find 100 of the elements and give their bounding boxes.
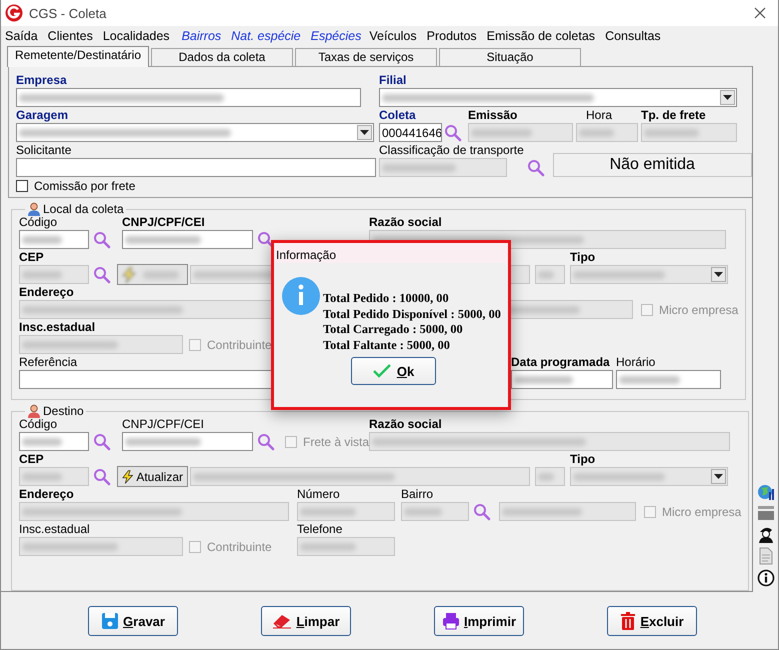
dropdown-arrow-icon[interactable] — [714, 272, 723, 278]
text-field[interactable] — [19, 335, 183, 354]
dropdown-field[interactable] — [379, 88, 737, 107]
checkbox-label: Comissão por frete — [34, 178, 136, 192]
field-label: Solicitante — [16, 144, 72, 158]
text-field[interactable] — [19, 537, 183, 556]
field-label: Referência — [19, 356, 78, 370]
tab[interactable]: Taxas de serviços — [295, 48, 437, 66]
app-logo-icon — [5, 4, 23, 22]
field-label: CNPJ/CPF/CEI — [122, 216, 206, 230]
checkbox[interactable] — [16, 180, 28, 192]
message-line: Total Faltante : 5000, 00 — [323, 338, 451, 353]
info-icon[interactable] — [756, 569, 775, 587]
text-field[interactable] — [297, 537, 395, 556]
field-label: Emissão — [468, 109, 518, 123]
text-field[interactable] — [297, 502, 395, 521]
shortcut-link[interactable]: Nat. espécie — [231, 29, 301, 43]
dropdown-arrow-icon[interactable] — [360, 130, 369, 136]
update-button[interactable]: Atualizar — [117, 466, 188, 487]
tab[interactable]: Situação — [439, 48, 581, 66]
field-label: Insc.estadual — [19, 321, 96, 335]
text-field[interactable] — [616, 370, 721, 389]
field-label: Garagem — [16, 109, 70, 123]
delete-button[interactable]: Excluir — [607, 606, 697, 636]
save-button[interactable]: Gravar — [88, 606, 178, 636]
text-field[interactable] — [19, 265, 89, 284]
text-field[interactable] — [576, 123, 638, 142]
shortcut-link[interactable]: Espécies — [310, 29, 362, 43]
text-field[interactable] — [535, 265, 565, 284]
text-field[interactable] — [511, 370, 613, 389]
menu-item[interactable]: Consultas — [605, 29, 661, 43]
search-icon[interactable] — [444, 124, 462, 142]
text-field[interactable] — [401, 502, 469, 521]
field-label: Número — [297, 488, 341, 502]
checkbox-label: Frete à vista — [303, 434, 370, 448]
dropdown-field[interactable] — [570, 265, 728, 284]
print-button[interactable]: Imprimir — [434, 606, 524, 636]
field-label: Endereço — [19, 286, 75, 300]
ok-button[interactable]: Ok — [351, 357, 436, 385]
search-icon[interactable] — [526, 159, 545, 177]
printer-icon — [442, 612, 460, 630]
message-line: Total Pedido : 10000, 00 — [323, 291, 450, 306]
field-label: Tipo — [570, 453, 596, 467]
dropdown-arrow-icon[interactable] — [714, 474, 723, 480]
search-icon[interactable] — [93, 433, 111, 451]
dropdown-field[interactable] — [16, 123, 374, 142]
search-icon[interactable] — [93, 468, 111, 486]
menu-item[interactable]: Veículos — [369, 29, 417, 43]
text-field[interactable] — [641, 123, 737, 142]
field-label: Razão social — [369, 418, 443, 432]
text-field[interactable] — [16, 158, 376, 177]
text-field[interactable] — [19, 502, 289, 521]
field-label: Classificação de transporte — [379, 144, 524, 158]
text-field[interactable] — [535, 467, 565, 486]
text-field[interactable] — [122, 432, 253, 451]
text-field[interactable] — [379, 158, 507, 177]
group-title: Destino — [43, 404, 84, 418]
person-icon — [27, 202, 41, 216]
tab[interactable]: Remetente/Destinatário — [7, 46, 149, 67]
search-icon[interactable] — [257, 433, 275, 451]
text-field[interactable] — [19, 467, 89, 486]
field-label: Data programada — [511, 356, 611, 370]
field-label: Empresa — [16, 74, 68, 88]
dropdown-field[interactable] — [570, 467, 728, 486]
lightning-icon — [122, 266, 136, 282]
search-icon[interactable] — [93, 231, 111, 249]
field-label: Bairro — [401, 488, 434, 502]
person-icon[interactable] — [756, 525, 775, 543]
text-field[interactable] — [19, 432, 89, 451]
text-field[interactable] — [16, 88, 361, 107]
tab[interactable]: Dados da coleta — [151, 48, 293, 66]
field-label: Coleta — [379, 109, 417, 123]
clear-button[interactable]: Limpar — [261, 606, 351, 636]
field-label: Hora — [585, 109, 614, 123]
close-icon[interactable] — [754, 7, 766, 19]
update-button[interactable] — [117, 264, 188, 285]
lightning-icon — [122, 468, 134, 484]
text-field[interactable] — [468, 123, 573, 142]
search-icon[interactable] — [93, 266, 111, 284]
menu-item[interactable]: Saída — [5, 29, 38, 43]
field-label: CEP — [19, 251, 45, 265]
card-icon[interactable] — [756, 505, 775, 521]
field-label: Telefone — [297, 523, 344, 537]
field-label: Tipo — [570, 251, 596, 265]
menu-item[interactable]: Localidades — [102, 29, 170, 43]
field-label: CNPJ/CPF/CEI — [122, 418, 206, 432]
field-label: Filial — [379, 74, 408, 88]
menu-item[interactable]: Clientes — [48, 29, 93, 43]
search-icon[interactable] — [473, 503, 491, 521]
text-field[interactable] — [19, 230, 89, 249]
menu-item[interactable]: Produtos — [426, 29, 477, 43]
text-field[interactable] — [122, 230, 253, 249]
status-display: Não emitida — [552, 153, 752, 177]
text-field[interactable] — [499, 502, 636, 521]
shortcut-link[interactable]: Bairros — [182, 29, 222, 43]
dropdown-arrow-icon[interactable] — [723, 94, 732, 100]
text-field[interactable] — [190, 467, 530, 486]
text-field[interactable] — [369, 432, 730, 451]
globe-icon[interactable] — [756, 483, 775, 501]
menu-item[interactable]: Emissão de coletas — [486, 29, 596, 43]
